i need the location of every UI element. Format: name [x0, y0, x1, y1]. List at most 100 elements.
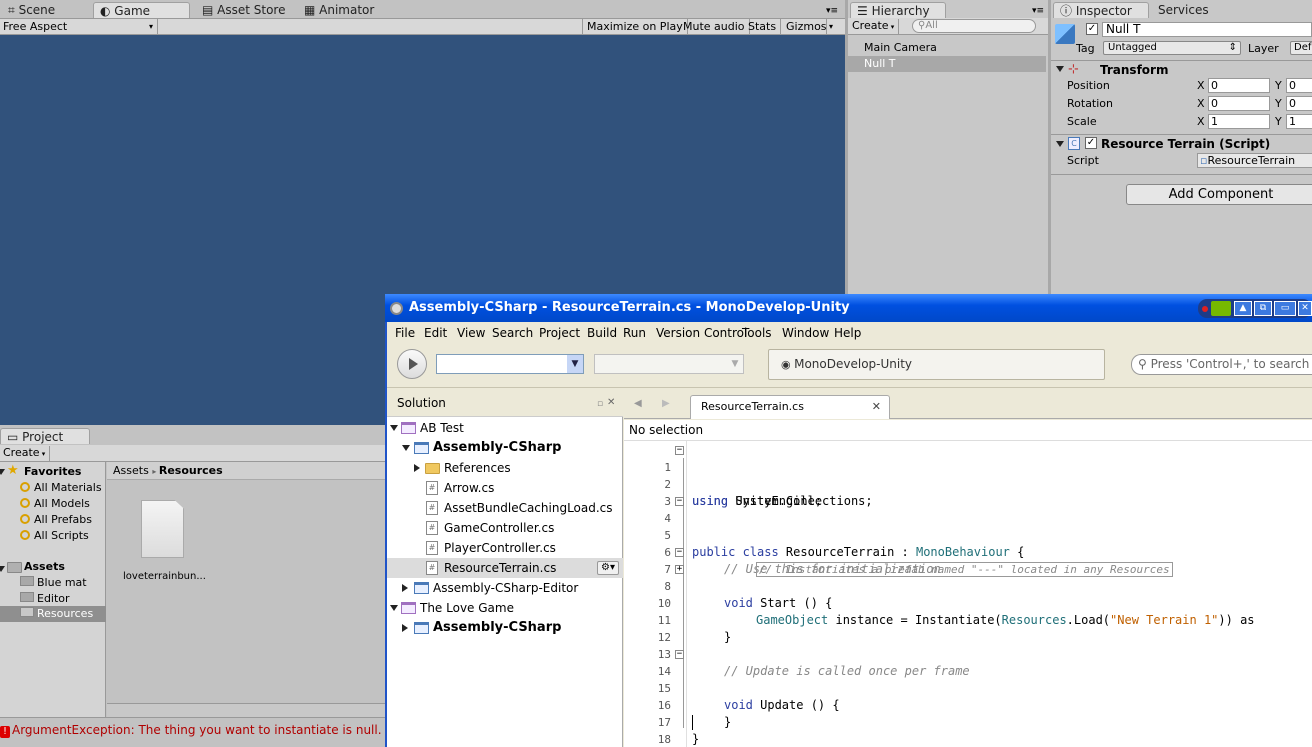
favorite-all-prefabs[interactable]: All Prefabs [20, 513, 92, 526]
pad-dock-icon[interactable]: ▫ [597, 399, 603, 409]
position-x-field[interactable]: 0 [1208, 78, 1270, 93]
rotation-x-field[interactable]: 0 [1208, 96, 1270, 111]
monodevelop-titlebar[interactable]: Assembly-CSharp - ResourceTerrain.cs - M… [385, 294, 1312, 322]
tab-hierarchy[interactable]: ☰ Hierarchy [850, 2, 946, 18]
assets-header[interactable]: Assets [24, 560, 65, 573]
tree-references[interactable]: References [387, 458, 623, 478]
gizmos-button[interactable]: Gizmos [782, 19, 831, 35]
nav-forward-icon[interactable]: ▶ [662, 398, 670, 409]
breadcrumb-assets[interactable]: Assets [113, 464, 149, 477]
tab-game[interactable]: ◐ Game [93, 2, 190, 18]
maximize-button[interactable]: ▭ [1274, 301, 1296, 316]
script-enabled-checkbox[interactable]: ✓ [1085, 137, 1097, 149]
tree-assembly-csharp-2[interactable]: Assembly-CSharp [387, 618, 623, 638]
rotation-y-field[interactable]: 0 [1286, 96, 1312, 111]
console-status-bar[interactable]: ! ArgumentException: The thing you want t… [0, 717, 385, 741]
active-checkbox[interactable]: ✓ [1086, 23, 1098, 35]
object-name-field[interactable]: Null T [1102, 22, 1312, 37]
target-select[interactable]: ▼ [594, 354, 744, 374]
tab-project[interactable]: ▭ Project [0, 428, 90, 444]
run-button[interactable] [397, 349, 427, 379]
panel-menu-icon[interactable]: ▾≡ [826, 6, 838, 16]
menu-view[interactable]: View [457, 322, 485, 344]
mute-audio-button[interactable]: Mute audio [679, 19, 750, 35]
scale-y-field[interactable]: 1 [1286, 114, 1312, 129]
editor-tab-resourceterrain[interactable]: ResourceTerrain.cs ✕ [690, 395, 890, 419]
assets-arrow[interactable] [0, 566, 5, 572]
tag-dropdown[interactable]: Untagged ⇕ [1103, 41, 1241, 55]
breadcrumb-resources[interactable]: Resources [159, 464, 223, 477]
minimize-button[interactable]: ▲ [1234, 301, 1252, 316]
favorites-arrow[interactable] [0, 469, 5, 475]
script-foldout-arrow[interactable] [1056, 141, 1064, 147]
favorite-all-materials[interactable]: All Materials [20, 481, 102, 494]
hierarchy-search-input[interactable]: ⚲All [912, 19, 1036, 33]
aspect-dropdown[interactable]: Free Aspect ▾ [0, 19, 158, 35]
scale-x-field[interactable]: 1 [1208, 114, 1270, 129]
nav-back-icon[interactable]: ◀ [634, 398, 642, 409]
close-icon[interactable]: ✕ [872, 396, 881, 418]
script-component-title[interactable]: Resource Terrain (Script) [1101, 137, 1270, 151]
stats-button[interactable]: Stats [744, 19, 782, 35]
tab-scene[interactable]: ⌗ Scene [2, 2, 61, 18]
project-create-button[interactable]: Create ▾ [3, 446, 51, 461]
tree-file-playercontroller[interactable]: # PlayerController.cs [387, 538, 623, 558]
tree-file-arrow[interactable]: # Arrow.cs [387, 478, 623, 498]
tab-asset-store[interactable]: ▤ Asset Store [196, 2, 292, 18]
script-object-field[interactable]: ▫ResourceTerrain [1197, 153, 1312, 168]
menu-search[interactable]: Search [492, 322, 533, 344]
fold-minus-icon[interactable]: − [675, 446, 684, 455]
tree-file-gamecontroller[interactable]: # GameController.cs [387, 518, 623, 538]
asset-file-thumbnail[interactable] [141, 500, 184, 558]
menu-help[interactable]: Help [834, 322, 861, 344]
hierarchy-item-null-t[interactable]: Null T [848, 56, 1046, 72]
panel-menu-icon[interactable]: ▾≡ [1032, 6, 1044, 16]
favorite-all-models[interactable]: All Models [20, 497, 90, 510]
global-search-input[interactable]: ⚲ Press 'Control+,' to search [1131, 354, 1312, 375]
menu-project[interactable]: Project [539, 322, 580, 344]
restore-button[interactable]: ⧉ [1254, 301, 1272, 316]
asset-file-label[interactable]: loveterrainbun... [123, 571, 206, 582]
menu-file[interactable]: File [395, 322, 415, 344]
assets-item-resources[interactable]: Resources [0, 606, 106, 622]
menu-build[interactable]: Build [587, 322, 617, 344]
tab-services[interactable]: Services [1152, 2, 1215, 18]
folded-comment[interactable]: // Instantiates a prefab named "---" loc… [756, 562, 1173, 577]
tree-ab-test[interactable]: AB Test [387, 418, 623, 438]
hierarchy-create-button[interactable]: Create ▾ [852, 19, 900, 34]
add-component-button[interactable]: Add Component [1126, 184, 1312, 205]
menu-version-control[interactable]: Version Control [656, 322, 747, 344]
menu-window[interactable]: Window [782, 322, 829, 344]
position-y-field[interactable]: 0 [1286, 78, 1312, 93]
gizmos-dropdown-arrow[interactable]: ▾ [826, 19, 838, 35]
tab-inspector[interactable]: ⓘ Inspector [1053, 2, 1149, 18]
transform-foldout-arrow[interactable] [1056, 66, 1064, 72]
gear-icon[interactable]: ⚙▾ [597, 561, 619, 575]
favorite-all-scripts[interactable]: All Scripts [20, 529, 89, 542]
configuration-select[interactable]: ▼ [436, 354, 584, 374]
tree-assembly-csharp-editor[interactable]: Assembly-CSharp-Editor [387, 578, 623, 598]
pad-close-icon[interactable]: ✕ [607, 397, 615, 408]
menu-edit[interactable]: Edit [424, 322, 447, 344]
path-bar[interactable]: No selection [624, 420, 1312, 441]
fold-minus-icon[interactable]: − [675, 497, 684, 506]
record-icon[interactable] [1202, 306, 1208, 312]
fold-minus-icon[interactable]: − [675, 650, 684, 659]
transform-title[interactable]: Transform [1100, 63, 1168, 77]
layer-dropdown[interactable]: Def [1290, 41, 1312, 55]
menu-tools[interactable]: Tools [742, 322, 772, 344]
tab-animator[interactable]: ▦ Animator [298, 2, 380, 18]
menu-run[interactable]: Run [623, 322, 646, 344]
close-button[interactable]: ✕ [1298, 301, 1312, 316]
tree-the-love-game[interactable]: The Love Game [387, 598, 623, 618]
fold-minus-icon[interactable]: − [675, 548, 684, 557]
tree-file-resourceterrain[interactable]: # ResourceTerrain.cs ⚙▾ [387, 558, 623, 578]
tree-assembly-csharp[interactable]: Assembly-CSharp [387, 438, 623, 458]
code-editor[interactable]: 1 − using UnityEngine; 2 using System.Co… [624, 441, 1312, 747]
assets-item-editor[interactable]: Editor [20, 592, 70, 605]
fold-plus-icon[interactable]: + [675, 565, 684, 574]
tree-file-assetbundle[interactable]: # AssetBundleCachingLoad.cs [387, 498, 623, 518]
maximize-on-play-button[interactable]: Maximize on Play [582, 19, 688, 35]
hierarchy-item-main-camera[interactable]: Main Camera [848, 40, 1046, 56]
nvidia-icon[interactable] [1211, 301, 1231, 316]
